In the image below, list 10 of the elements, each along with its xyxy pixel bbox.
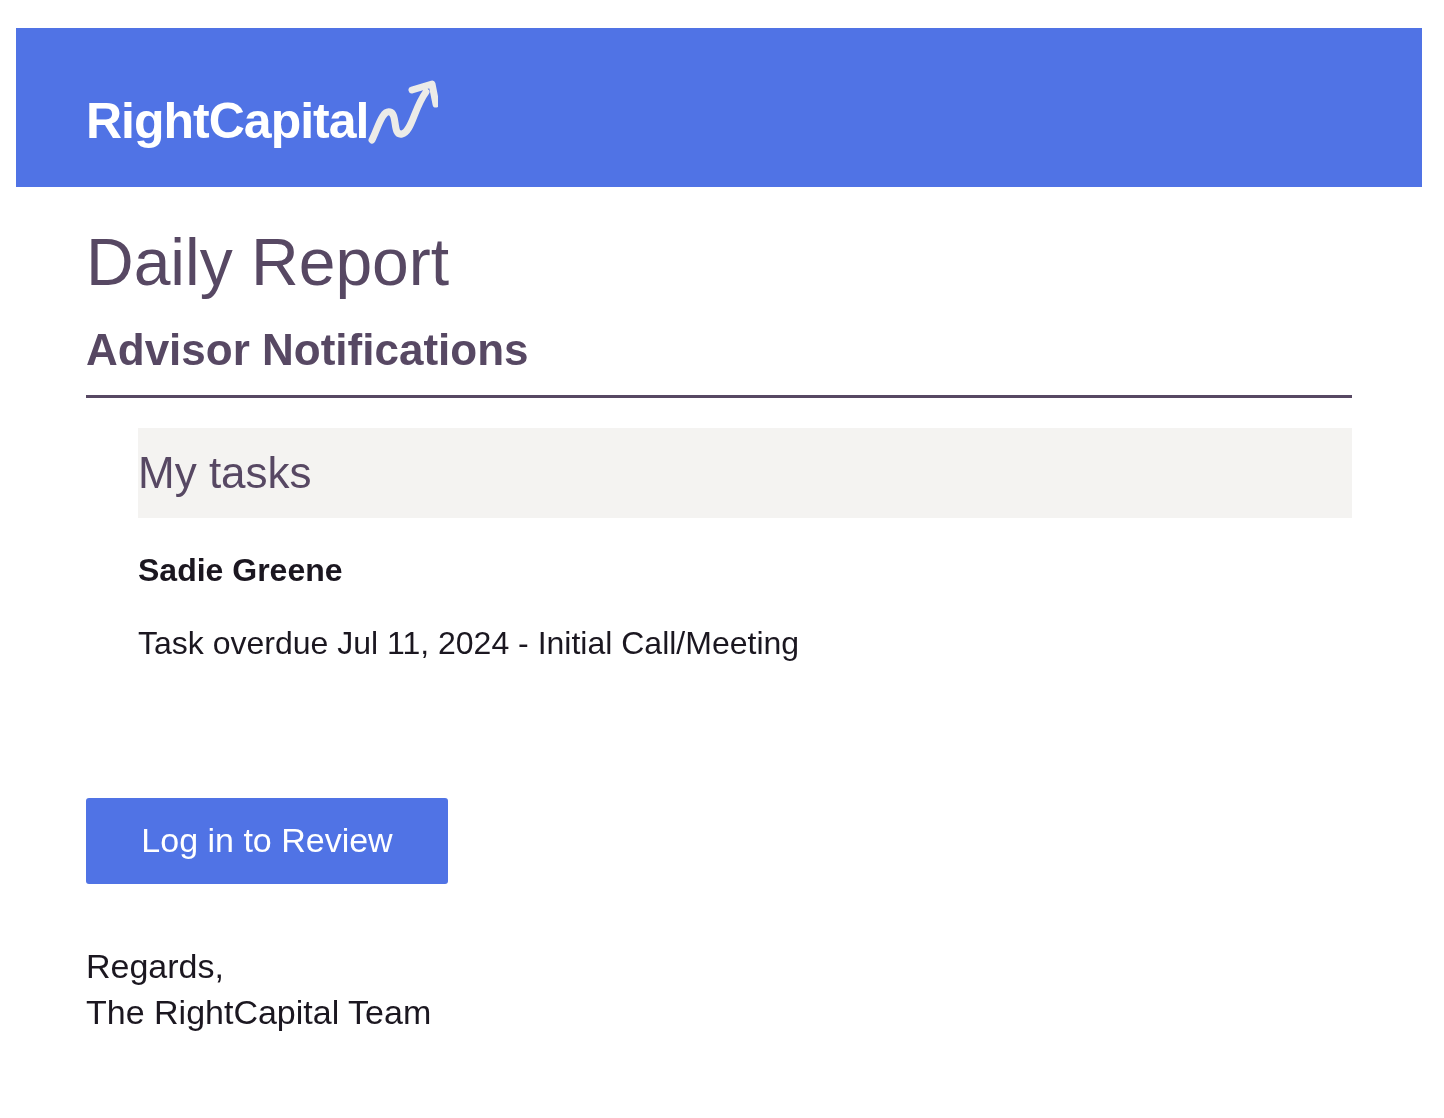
client-name: Sadie Greene [138,552,344,589]
section-heading: Advisor Notifications [86,324,530,377]
logo-arrow-icon [368,79,439,146]
login-button[interactable]: Log in to Review [86,798,448,884]
report-title: Daily Report [86,224,451,301]
panel-title: My tasks [138,448,312,498]
logo-text: RightCapital [86,95,369,146]
task-text: Task overdue Jul 11, 2024 - Initial Call/Meeting [138,625,801,662]
signoff-text: Regards, [86,946,225,987]
signoff-text: The RightCapital Team [86,991,433,1033]
